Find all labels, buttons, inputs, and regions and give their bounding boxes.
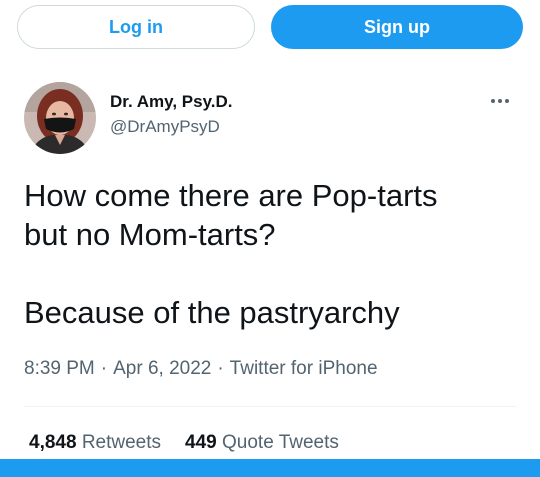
meta-separator: · [100, 358, 108, 379]
signup-button[interactable]: Sign up [271, 5, 523, 49]
meta-separator: · [217, 358, 224, 379]
author-handle[interactable]: @DrAmyPsyD [110, 117, 220, 137]
quote-tweets-label: Quote Tweets [222, 432, 339, 453]
divider [24, 406, 516, 407]
more-horizontal-icon[interactable] [488, 93, 512, 109]
author-name[interactable]: Dr. Amy, Psy.D. [110, 92, 233, 112]
tweet-meta: 8:39 PM · Apr 6, 2022 · Twitter for iPhone [24, 358, 378, 380]
tweet-date[interactable]: Apr 6, 2022 [113, 358, 211, 379]
retweets-label: Retweets [81, 432, 162, 453]
tweet-time[interactable]: 8:39 PM [24, 358, 95, 379]
tweet-text: How come there are Pop-tarts but no Mom-… [24, 178, 438, 330]
tweet-source[interactable]: Twitter for iPhone [230, 358, 378, 379]
auth-bar: Log in Sign up [17, 5, 523, 49]
quote-tweets-stat[interactable]: 449 Quote Tweets [185, 432, 339, 454]
profile-photo-icon [24, 82, 96, 154]
avatar[interactable] [24, 82, 96, 154]
retweets-count: 4,848 [29, 432, 77, 453]
bottom-bar [0, 459, 540, 477]
tweet-stats: 4,848 Retweets 449 Quote Tweets [29, 432, 363, 454]
quote-tweets-count: 449 [185, 432, 217, 453]
login-button[interactable]: Log in [17, 5, 255, 49]
retweets-stat[interactable]: 4,848 Retweets [29, 432, 161, 454]
